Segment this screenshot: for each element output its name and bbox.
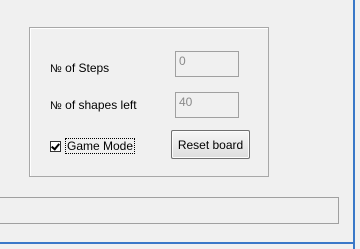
window-right-border — [353, 0, 355, 249]
app-window: № of Steps 0 № of shapes left 40 Game Mo… — [0, 0, 360, 249]
game-mode-checkbox[interactable] — [50, 140, 61, 152]
shapes-left-field[interactable]: 40 — [175, 92, 239, 118]
shapes-left-label: № of shapes left — [50, 98, 137, 112]
shapes-number-sign: № — [50, 100, 62, 112]
window-bottom-border — [0, 242, 355, 244]
shapes-left-label-text: of shapes left — [65, 98, 137, 112]
reset-board-button[interactable]: Reset board — [171, 130, 250, 159]
steps-label-text: of Steps — [65, 61, 110, 75]
game-mode-checkbox-row[interactable]: Game Mode — [50, 138, 136, 154]
status-field — [0, 197, 339, 224]
steps-field[interactable]: 0 — [175, 51, 239, 77]
game-mode-label[interactable]: Game Mode — [65, 138, 136, 154]
steps-number-sign: № — [50, 63, 62, 75]
steps-label: № of Steps — [50, 61, 109, 75]
